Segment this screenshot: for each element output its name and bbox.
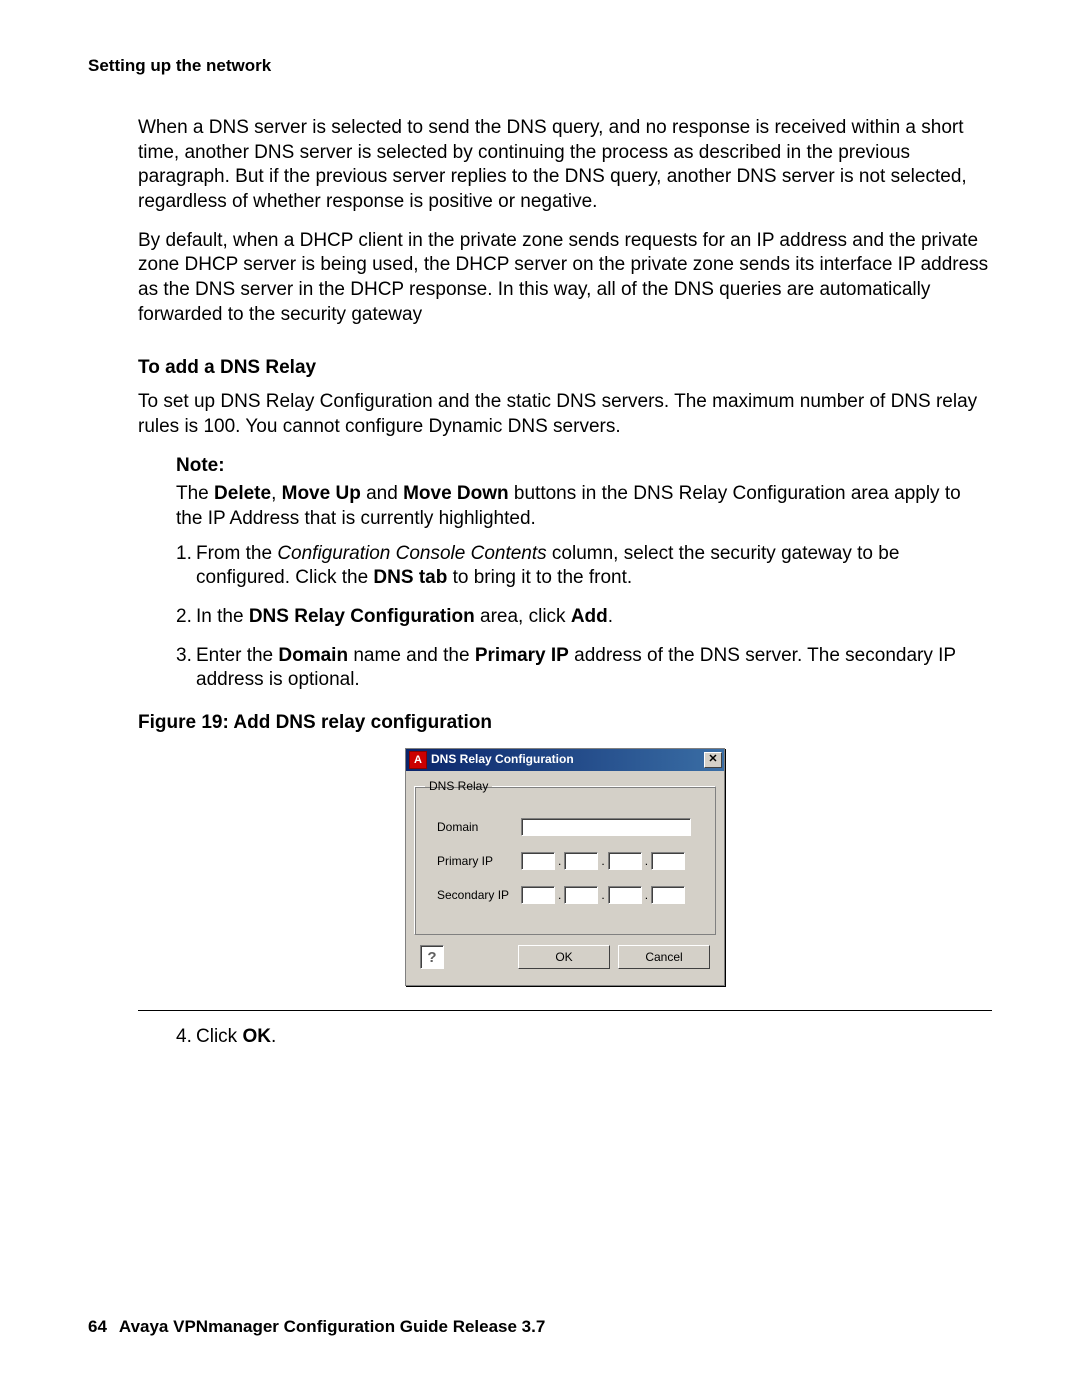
dialog-titlebar[interactable]: A DNS Relay Configuration ✕ — [406, 749, 724, 771]
help-icon[interactable]: ? — [420, 945, 444, 969]
dns-relay-group: DNS Relay Domain Primary IP . . . — [414, 779, 716, 936]
section-heading: To add a DNS Relay — [138, 356, 992, 381]
paragraph-1: When a DNS server is selected to send th… — [138, 116, 992, 215]
step-4: 4.Click OK. — [138, 1025, 992, 1050]
note-body: The Delete, Move Up and Move Down button… — [176, 482, 992, 531]
secondary-ip-octet-4[interactable] — [651, 886, 685, 904]
step-3: 3.Enter the Domain name and the Primary … — [138, 644, 992, 693]
dns-relay-dialog: A DNS Relay Configuration ✕ DNS Relay Do… — [405, 748, 725, 987]
primary-ip-octet-1[interactable] — [521, 852, 555, 870]
page-footer: 64 Avaya VPNmanager Configuration Guide R… — [88, 1317, 545, 1337]
dialog-title: DNS Relay Configuration — [431, 752, 704, 768]
primary-ip-row: Primary IP . . . — [437, 852, 705, 870]
primary-ip-octet-4[interactable] — [651, 852, 685, 870]
app-icon: A — [409, 751, 427, 769]
figure-19: A DNS Relay Configuration ✕ DNS Relay Do… — [138, 748, 992, 1012]
domain-label: Domain — [437, 820, 521, 836]
close-icon[interactable]: ✕ — [704, 752, 722, 768]
step-2: 2.In the DNS Relay Configuration area, c… — [138, 605, 992, 630]
running-header: Setting up the network — [88, 56, 992, 76]
ok-button[interactable]: OK — [518, 945, 610, 969]
paragraph-3: To set up DNS Relay Configuration and th… — [138, 390, 992, 439]
primary-ip-octet-2[interactable] — [564, 852, 598, 870]
secondary-ip-label: Secondary IP — [437, 888, 521, 904]
primary-ip-octet-3[interactable] — [608, 852, 642, 870]
note: Note: The Delete, Move Up and Move Down … — [176, 454, 992, 532]
secondary-ip-octet-2[interactable] — [564, 886, 598, 904]
secondary-ip-row: Secondary IP . . . — [437, 886, 705, 904]
secondary-ip-octet-1[interactable] — [521, 886, 555, 904]
paragraph-2: By default, when a DHCP client in the pr… — [138, 229, 992, 328]
domain-row: Domain — [437, 818, 705, 836]
dns-relay-legend: DNS Relay — [425, 779, 492, 795]
secondary-ip-octet-3[interactable] — [608, 886, 642, 904]
domain-input[interactable] — [521, 818, 691, 836]
primary-ip-label: Primary IP — [437, 854, 521, 870]
step-1: 1.From the Configuration Console Content… — [138, 542, 992, 591]
page-number: 64 — [88, 1317, 107, 1337]
note-label: Note: — [176, 454, 992, 479]
doc-title: Avaya VPNmanager Configuration Guide Rel… — [119, 1317, 545, 1336]
figure-caption: Figure 19: Add DNS relay configuration — [138, 711, 992, 736]
cancel-button[interactable]: Cancel — [618, 945, 710, 969]
